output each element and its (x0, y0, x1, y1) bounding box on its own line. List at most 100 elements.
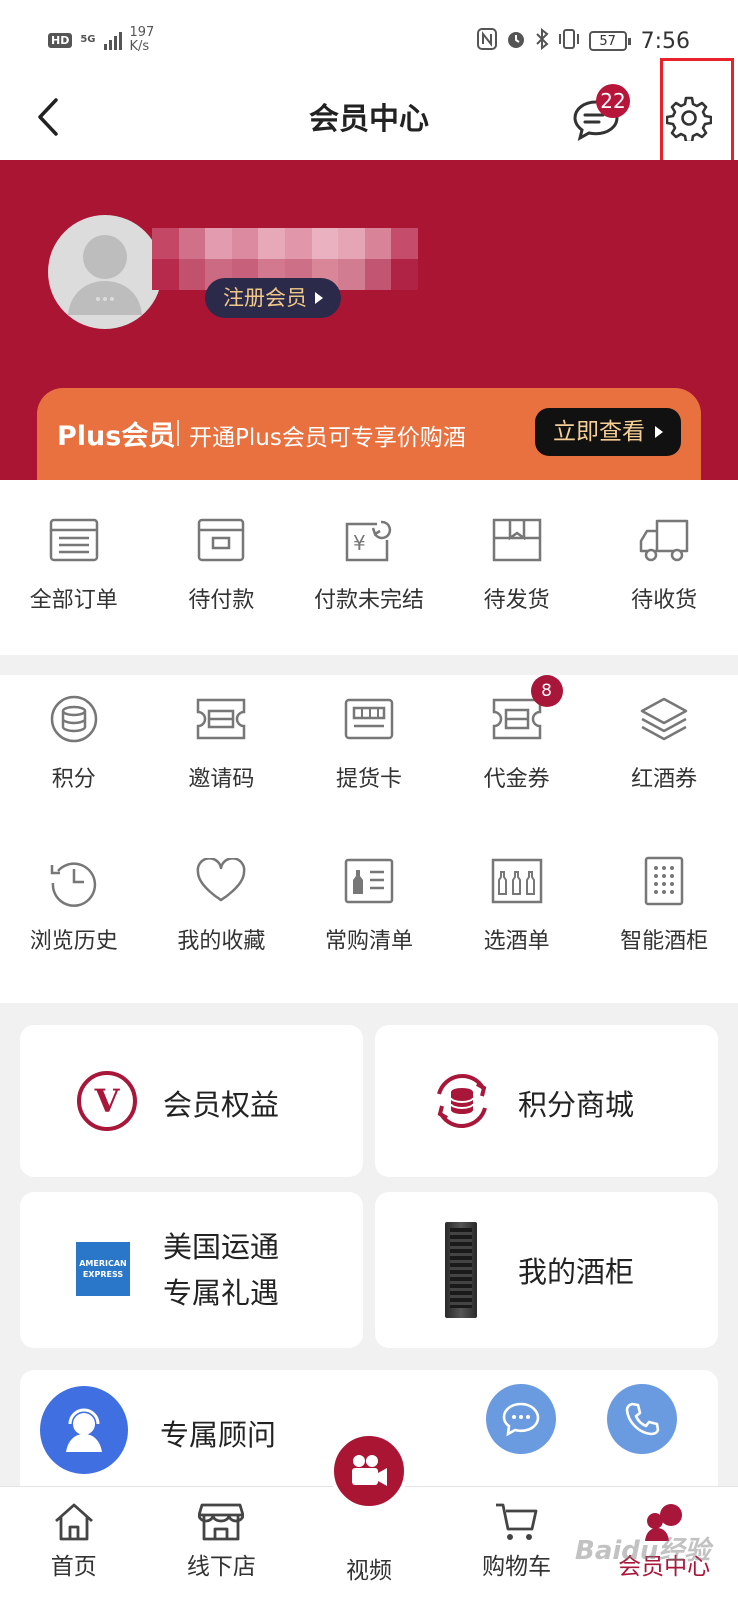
message-count-badge: 22 (596, 84, 630, 118)
tab-video-label: 视频 (345, 1558, 392, 1584)
avatar[interactable] (48, 215, 162, 329)
service-invite-code[interactable]: 邀请码 (148, 691, 296, 793)
video-camera-icon (352, 1455, 387, 1486)
service-invite-code-label: 邀请码 (188, 767, 255, 792)
profile-banner: 注册会员 Plus会员 开通Plus会员可专享价购酒 立即查看 (0, 160, 738, 488)
call-advisor-button[interactable] (607, 1384, 677, 1454)
order-section: 全部订单 待付款 ¥ 付款未完结 待发货 待收货 (0, 480, 738, 655)
service-wine-coupon-label: 红酒券 (631, 767, 698, 792)
amex-logo-icon: AMERICAN EXPRESS (76, 1242, 130, 1296)
chat-bubble-icon (502, 1402, 540, 1437)
cabinet-icon (636, 853, 692, 909)
service-voucher-label: 代金券 (483, 767, 550, 792)
store-icon (198, 1503, 245, 1541)
view-now-button[interactable]: 立即查看 (535, 408, 681, 456)
wallet-icon (193, 512, 249, 568)
wine-shelf-icon (489, 853, 545, 909)
caret-right-icon (655, 426, 663, 438)
order-payment-incomplete-label: 付款未完结 (313, 588, 424, 613)
register-member-button[interactable]: 注册会员 (205, 278, 341, 318)
voucher-icon: 8 (489, 675, 563, 747)
order-all[interactable]: 全部订单 (0, 512, 148, 614)
service-favorites[interactable]: 我的收藏 (148, 853, 296, 955)
video-fab-button[interactable] (330, 1432, 408, 1510)
svg-text:V: V (94, 1082, 121, 1120)
service-frequent-list[interactable]: 常购清单 (295, 853, 443, 955)
tab-home-label: 首页 (50, 1554, 97, 1580)
watermark: Baidu经验 (575, 1536, 711, 1566)
ticket-icon (193, 691, 249, 747)
service-voucher[interactable]: 8 代金券 (443, 675, 591, 793)
order-all-label: 全部订单 (29, 588, 118, 613)
order-pending-receipt-label: 待收货 (631, 588, 698, 613)
order-pending-shipment[interactable]: 待发货 (443, 512, 591, 614)
voucher-badge: 8 (530, 675, 563, 707)
points-mall-card[interactable]: 积分商城 (375, 1025, 718, 1177)
speed-unit: K/s (129, 39, 150, 54)
tab-home[interactable]: 首页 (0, 1487, 148, 1600)
plus-description: 开通Plus会员可专享价购酒 (189, 425, 466, 451)
service-wine-selection[interactable]: 选酒单 (443, 853, 591, 955)
order-row: 全部订单 待付款 ¥ 付款未完结 待发货 待收货 (0, 512, 738, 614)
vibrate-icon (557, 28, 581, 54)
order-pending-payment-label: 待付款 (188, 588, 255, 613)
wine-cabinet-icon (445, 1222, 477, 1318)
order-list-icon (46, 512, 102, 568)
tab-store[interactable]: 线下店 (148, 1487, 296, 1600)
service-smart-cabinet-label: 智能酒柜 (620, 929, 709, 954)
network-speed: 197 K/s (130, 26, 155, 54)
service-row-1: 积分 邀请码 提货卡 8 代金券 红酒券 (0, 675, 738, 793)
coins-icon (46, 691, 102, 747)
service-points-label: 积分 (51, 767, 96, 792)
points-exchange-icon (437, 1074, 487, 1128)
tab-cart[interactable]: 购物车 (443, 1487, 591, 1600)
order-pending-receipt[interactable]: 待收货 (590, 512, 738, 614)
tab-store-label: 线下店 (186, 1554, 256, 1580)
order-payment-incomplete[interactable]: ¥ 付款未完结 (295, 512, 443, 614)
amex-card[interactable]: AMERICAN EXPRESS 美国运通 专属礼遇 (20, 1192, 363, 1348)
view-now-label: 立即查看 (553, 419, 645, 445)
clock: 7:56 (640, 28, 690, 54)
member-benefits-card[interactable]: V 会员权益 (20, 1025, 363, 1177)
order-pending-shipment-label: 待发货 (483, 588, 550, 613)
points-mall-label: 积分商城 (518, 1088, 635, 1122)
battery-indicator: 57 (588, 31, 631, 51)
service-history[interactable]: 浏览历史 (0, 853, 148, 955)
service-favorites-label: 我的收藏 (177, 929, 266, 954)
user-placeholder-icon (68, 235, 142, 315)
v-logo-icon: V (77, 1071, 137, 1131)
plus-divider (177, 420, 179, 446)
cart-icon (495, 1503, 537, 1540)
layers-icon (636, 691, 692, 747)
yuan-refund-icon: ¥ (341, 512, 397, 568)
alarm-icon (505, 28, 527, 54)
nfc-icon (476, 28, 497, 54)
amex-label-line2: 专属礼遇 (163, 1276, 280, 1310)
chat-advisor-button[interactable] (486, 1384, 556, 1454)
service-history-label: 浏览历史 (29, 929, 118, 954)
plus-title: Plus会员 (57, 421, 176, 452)
service-section: 积分 邀请码 提货卡 8 代金券 红酒券 浏览历史 我的收藏 常购清单 选酒单 … (0, 675, 738, 1003)
status-bar: HD 5G 197 K/s 57 7:56 (0, 0, 738, 80)
service-row-2: 浏览历史 我的收藏 常购清单 选酒单 智能酒柜 (0, 853, 738, 955)
my-cabinet-card[interactable]: 我的酒柜 (375, 1192, 718, 1348)
my-cabinet-label: 我的酒柜 (518, 1255, 635, 1289)
heart-icon (193, 853, 249, 909)
service-wine-selection-label: 选酒单 (483, 929, 550, 954)
order-pending-payment[interactable]: 待付款 (148, 512, 296, 614)
status-right: 57 7:56 (476, 27, 690, 54)
status-left: HD 5G 197 K/s (48, 26, 154, 54)
signal-icon (103, 30, 122, 50)
plus-membership-card[interactable]: Plus会员 开通Plus会员可专享价购酒 立即查看 (37, 388, 701, 488)
amex-logo-line2: EXPRESS (82, 1270, 124, 1279)
service-pickup-card[interactable]: 提货卡 (295, 691, 443, 793)
tab-cart-label: 购物车 (482, 1554, 552, 1580)
advisor-label: 专属顾问 (160, 1418, 277, 1452)
register-member-label: 注册会员 (223, 286, 307, 310)
service-points[interactable]: 积分 (0, 691, 148, 793)
network-type: 5G (80, 34, 96, 45)
service-smart-cabinet[interactable]: 智能酒柜 (590, 853, 738, 955)
service-frequent-list-label: 常购清单 (324, 929, 413, 954)
service-pickup-card-label: 提货卡 (335, 767, 402, 792)
service-wine-coupon[interactable]: 红酒券 (590, 691, 738, 793)
